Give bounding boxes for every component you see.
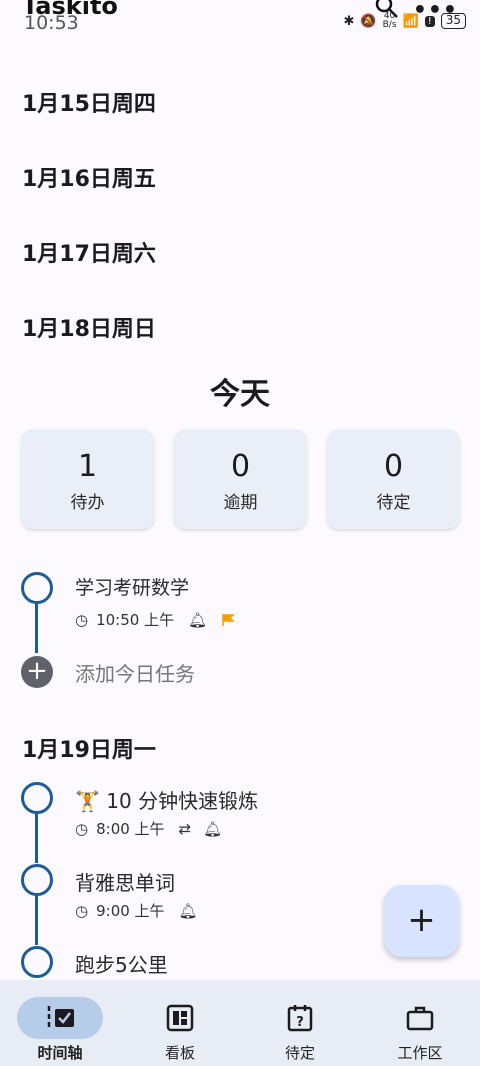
timeline-connector	[35, 895, 38, 945]
task-title[interactable]: 背雅思单词	[75, 867, 175, 896]
bluetooth-icon: ✱	[343, 13, 355, 29]
task-title[interactable]: 学习考研数学	[75, 573, 189, 600]
battery-indicator: 35	[440, 13, 466, 29]
stat-card-pending[interactable]: 1 待办	[21, 429, 154, 529]
task-complete-checkbox[interactable]	[21, 864, 53, 896]
stat-label: 逾期	[223, 493, 258, 513]
bottom-navigation: 时间轴 看板 ? 待定 工作区	[0, 980, 480, 1066]
stat-card-undetermined[interactable]: 0 待定	[327, 429, 460, 529]
task-complete-checkbox[interactable]	[21, 572, 53, 604]
stat-label: 待定	[376, 493, 411, 513]
task-complete-checkbox[interactable]	[21, 782, 53, 814]
nav-item-timeline[interactable]: 时间轴	[0, 980, 120, 1066]
nav-label: 待定	[284, 1044, 315, 1062]
nav-item-board[interactable]: 看板	[120, 980, 240, 1066]
task-complete-checkbox[interactable]	[21, 946, 53, 978]
date-header: 1月17日周六	[22, 242, 156, 267]
status-bar: Taskito 10:53 ••• ✱ 🔕 40 B/s 📶 ! 35	[0, 0, 480, 34]
priority-flag-icon	[222, 613, 235, 626]
date-header: 1月15日周四	[22, 92, 156, 117]
add-today-task-button[interactable]: 添加今日任务	[75, 658, 195, 687]
stat-card-overdue[interactable]: 0 逾期	[174, 429, 307, 529]
nav-item-undetermined[interactable]: ? 待定	[240, 980, 360, 1066]
timeline-icon	[47, 1006, 74, 1030]
nav-item-workspace[interactable]: 工作区	[360, 980, 480, 1066]
wifi-icon: 📶	[402, 13, 419, 29]
date-header: 1月18日周日	[22, 317, 156, 342]
briefcase-icon	[406, 1006, 434, 1031]
stat-value: 1	[77, 449, 98, 484]
calendar-question-icon: ?	[287, 1005, 313, 1032]
timeline-connector	[35, 813, 38, 863]
clock-icon: ◷	[75, 610, 89, 629]
stat-value: 0	[230, 449, 251, 484]
task-time: 8:00 上午	[96, 820, 165, 838]
reminder-bell-icon: 🔔︎	[203, 819, 223, 838]
stat-value: 0	[383, 449, 404, 484]
reminder-bell-icon: 🔔︎	[178, 901, 198, 920]
svg-text:?: ?	[296, 1015, 304, 1030]
today-title: 今天	[210, 377, 270, 412]
task-title[interactable]: 跑步5公里	[75, 949, 168, 978]
repeat-icon: ⇄	[178, 819, 192, 838]
add-today-task-icon[interactable]: +	[21, 656, 53, 688]
status-icons: ✱ 🔕 40 B/s 📶 ! 35	[344, 12, 466, 30]
net-speed: 40 B/s	[382, 11, 397, 30]
stat-label: 待办	[70, 493, 105, 513]
alert-icon: !	[424, 15, 435, 27]
task-meta: ◷ 10:50 上午 🔔︎	[75, 609, 235, 630]
task-meta: ◷ 9:00 上午 🔔︎	[75, 900, 198, 921]
nav-label: 看板	[164, 1044, 195, 1062]
timeline-connector	[35, 603, 38, 653]
date-header: 1月16日周五	[22, 167, 156, 192]
clock-icon: ◷	[75, 901, 89, 920]
add-task-fab[interactable]: +	[384, 885, 459, 957]
nav-label: 时间轴	[37, 1044, 83, 1062]
reminder-bell-icon: 🔔︎	[188, 610, 208, 629]
task-time: 9:00 上午	[96, 902, 165, 920]
task-time: 10:50 上午	[96, 611, 175, 629]
board-icon	[166, 1004, 194, 1032]
task-meta: ◷ 8:00 上午 ⇄ 🔔︎	[75, 818, 222, 839]
date-header: 1月19日周一	[22, 738, 156, 763]
mute-icon: 🔕	[360, 13, 377, 29]
task-title[interactable]: 🏋 10 分钟快速锻炼	[75, 785, 258, 814]
clock-icon: ◷	[75, 819, 89, 838]
nav-label: 工作区	[397, 1044, 443, 1062]
status-time: 10:53	[24, 12, 79, 34]
